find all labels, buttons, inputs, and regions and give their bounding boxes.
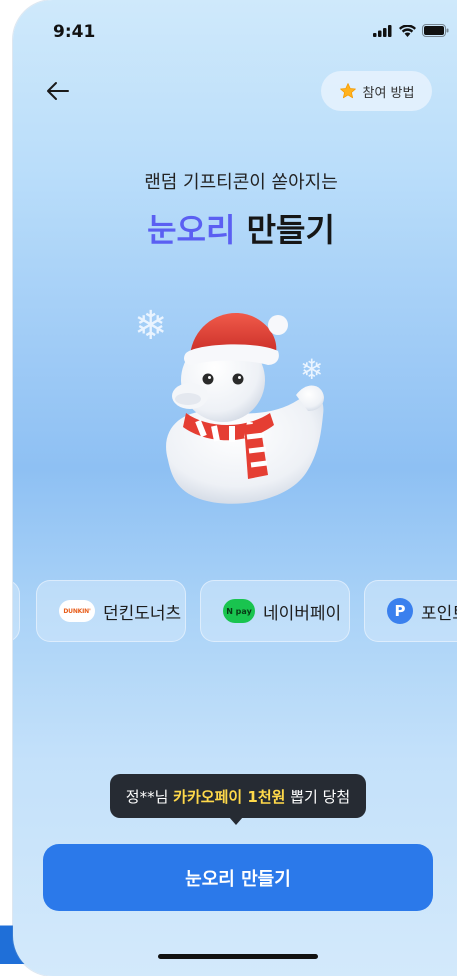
star-icon (339, 83, 356, 99)
brand-chip-naverpay[interactable]: N pay 네이버페이 (200, 580, 350, 642)
home-indicator (158, 954, 318, 959)
phone-screen: 9:41 참여 방법 랜덤 기프티콘이 쏟아지는 눈오리 만들기 ❄ ❄ DUN… (13, 0, 457, 976)
winner-toast-suffix: 뽑기 당첨 (285, 787, 351, 806)
winner-toast-tail (229, 817, 243, 825)
brand-chip-dunkin[interactable]: DUNKIN' 던킨도너츠 (36, 580, 186, 642)
brand-chip-point[interactable]: P 포인트 (364, 580, 457, 642)
wifi-icon (399, 24, 416, 37)
brand-chip[interactable] (13, 580, 20, 642)
hero-title: 눈오리 만들기 (13, 205, 457, 251)
winner-toast-prefix: 정**님 (125, 787, 174, 806)
back-button[interactable] (43, 76, 73, 106)
signal-icon (373, 24, 392, 37)
status-icons (373, 24, 449, 37)
brand-label: 네이버페이 (263, 603, 342, 624)
battery-icon (422, 24, 449, 37)
make-snow-duck-button[interactable]: 눈오리 만들기 (43, 844, 433, 911)
hero-title-accent: 눈오리 (147, 211, 236, 249)
hero-title-rest: 만들기 (235, 211, 335, 249)
brand-label: 포인트 (421, 603, 457, 624)
point-logo-icon: P (387, 598, 413, 624)
hero-subtitle: 랜덤 기프티콘이 쏟아지는 (144, 172, 338, 193)
snow-duck-illustration (128, 295, 358, 525)
status-time: 9:41 (53, 22, 96, 42)
status-bar: 9:41 (13, 0, 457, 60)
how-to-participate-label: 참여 방법 (362, 85, 415, 101)
winner-toast: 정**님 카카오페이 1천원 뽑기 당첨 (110, 774, 366, 818)
how-to-participate-button[interactable]: 참여 방법 (321, 71, 432, 111)
arrow-left-icon (47, 82, 69, 100)
snow-duck-icon (166, 313, 324, 504)
naverpay-logo-icon: N pay (223, 599, 255, 623)
winner-toast-highlight: 카카오페이 1천원 (173, 787, 286, 806)
brand-carousel[interactable]: DUNKIN' 던킨도너츠 N pay 네이버페이 P 포인트 (13, 580, 457, 642)
dunkin-logo-icon: DUNKIN' (59, 600, 95, 622)
brand-label: 던킨도너츠 (103, 603, 182, 624)
